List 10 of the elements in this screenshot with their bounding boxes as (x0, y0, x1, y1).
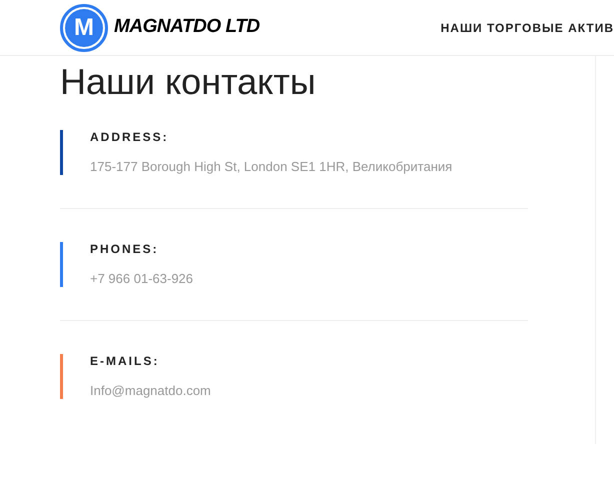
contact-label: PHONES: (90, 242, 160, 256)
brand-name: MAGNATDO LTD (114, 15, 260, 40)
contact-value: 175-177 Borough High St, London SE1 1HR, Великобритания (90, 159, 452, 175)
contact-label: E-MAILS: (90, 354, 160, 368)
contact-value: +7 966 01-63-926 (90, 271, 194, 287)
logo-icon: M (60, 4, 108, 52)
nav-link[interactable]: НАШИ ТОРГОВЫЕ АКТИВ (440, 18, 614, 36)
contact-value: Info@magnatdo.com (90, 383, 211, 399)
contact-label: ADDRESS: (90, 130, 170, 144)
page-title: Наши контакты (60, 60, 317, 104)
